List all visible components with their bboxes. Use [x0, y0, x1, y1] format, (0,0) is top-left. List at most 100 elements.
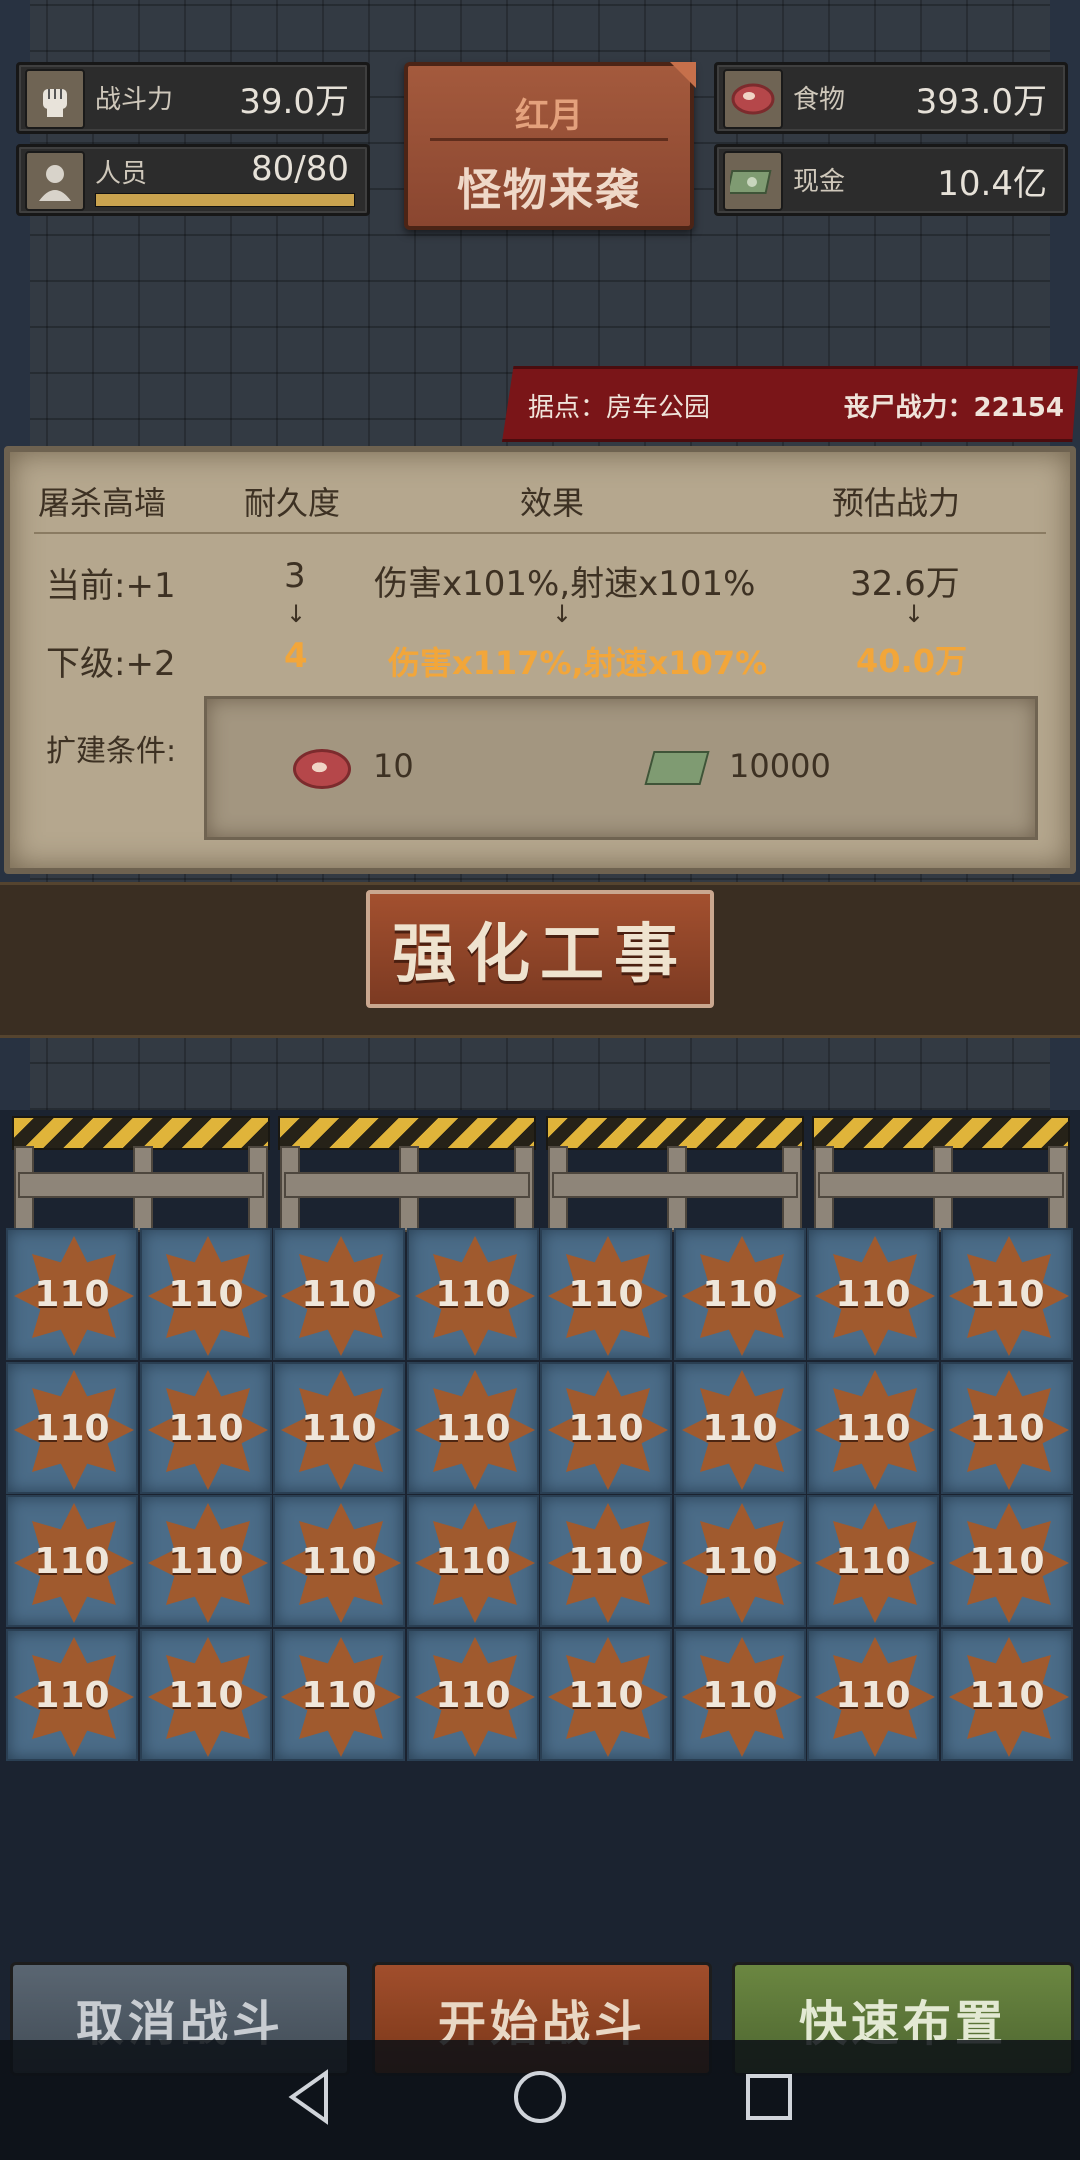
grid-cell[interactable]: 110 [6, 1362, 138, 1494]
barricade [812, 1116, 1070, 1232]
header-durability: 耐久度 [244, 484, 341, 522]
cell-value: 110 [835, 1541, 911, 1582]
cell-value: 110 [835, 1408, 911, 1449]
cell-value: 110 [34, 1675, 110, 1716]
cell-value: 110 [568, 1408, 644, 1449]
grid-cell[interactable]: 110 [6, 1495, 138, 1627]
fist-icon [25, 69, 85, 129]
hazard-stripe [546, 1116, 804, 1150]
meat-icon [293, 749, 351, 789]
grid-cell[interactable]: 110 [674, 1495, 806, 1627]
cell-value: 110 [835, 1274, 911, 1315]
current-level: 当前:+1 [46, 566, 176, 606]
cell-value: 110 [568, 1541, 644, 1582]
grid-cell[interactable]: 110 [941, 1495, 1073, 1627]
hazard-stripe [812, 1116, 1070, 1150]
grid-cell[interactable]: 110 [674, 1228, 806, 1360]
header-effect: 效果 [520, 484, 585, 522]
cell-value: 110 [301, 1274, 377, 1315]
durability-arrow: ↓ [286, 600, 307, 628]
barricade [546, 1116, 804, 1232]
food-value: 393.0万 [915, 82, 1047, 122]
cash-pill: 现金 10.4亿 [714, 144, 1068, 216]
combat-power-value: 39.0万 [239, 82, 349, 122]
cell-value: 110 [969, 1541, 1045, 1582]
grid-cell[interactable]: 110 [273, 1629, 405, 1761]
event-title: 怪物来袭 [457, 165, 641, 216]
event-divider [430, 138, 668, 141]
grid-cell[interactable]: 110 [140, 1495, 272, 1627]
grid-cell[interactable]: 110 [540, 1495, 672, 1627]
personnel-bar-fill [96, 194, 354, 206]
grid-cell[interactable]: 110 [6, 1629, 138, 1761]
effect-arrow: ↓ [552, 600, 573, 628]
grid-cell[interactable]: 110 [674, 1362, 806, 1494]
barricade-plank [818, 1172, 1064, 1198]
cell-value: 110 [835, 1675, 911, 1716]
grid-cell[interactable]: 110 [941, 1362, 1073, 1494]
event-corner [670, 62, 696, 88]
grid-cell[interactable]: 110 [273, 1362, 405, 1494]
combat-power-label: 战斗力 [95, 85, 174, 115]
next-effect: 伤害x117%,射速x107% [388, 644, 768, 682]
cell-value: 110 [702, 1274, 778, 1315]
power-arrow: ↓ [904, 600, 925, 628]
event-subtitle: 红月 [515, 96, 583, 136]
hazard-stripe [278, 1116, 536, 1150]
grid-cell[interactable]: 110 [407, 1228, 539, 1360]
event-sign[interactable]: 红月 怪物来袭 [404, 62, 696, 230]
upgrade-button[interactable]: 强化工事 [366, 890, 714, 1008]
grid-cell[interactable]: 110 [674, 1629, 806, 1761]
grid-cell[interactable]: 110 [540, 1228, 672, 1360]
cash-icon [644, 751, 710, 785]
cell-value: 110 [168, 1274, 244, 1315]
cell-value: 110 [435, 1675, 511, 1716]
personnel-bar [95, 193, 355, 207]
header-divider [34, 532, 1046, 534]
grid-cell[interactable]: 110 [140, 1362, 272, 1494]
cell-value: 110 [168, 1408, 244, 1449]
cell-value: 110 [568, 1675, 644, 1716]
barricade-plank [18, 1172, 264, 1198]
grid-cell[interactable]: 110 [407, 1362, 539, 1494]
deployment-grid: 110 110 110 110 110 110 110 110 110 110 110 110 110 1… [6, 1228, 1074, 1762]
grid-cell[interactable]: 110 [273, 1228, 405, 1360]
cell-value: 110 [301, 1675, 377, 1716]
cell-value: 110 [34, 1541, 110, 1582]
grid-cell[interactable]: 110 [540, 1362, 672, 1494]
grid-cell[interactable]: 110 [807, 1228, 939, 1360]
personnel-pill: 人员 80/80 [16, 144, 370, 216]
cell-value: 110 [969, 1675, 1045, 1716]
current-effect: 伤害x101%,射速x101% [374, 564, 756, 604]
stronghold-location: 据点：房车公园 [528, 393, 711, 423]
grid-cell[interactable]: 110 [140, 1228, 272, 1360]
grid-cell[interactable]: 110 [6, 1228, 138, 1360]
next-power: 40.0万 [856, 642, 967, 680]
cell-value: 110 [301, 1541, 377, 1582]
grid-cell[interactable]: 110 [941, 1629, 1073, 1761]
system-nav-bar [0, 2040, 1080, 2160]
barricade-plank [552, 1172, 798, 1198]
cash-icon [723, 151, 783, 211]
grid-cell[interactable]: 110 [407, 1629, 539, 1761]
cell-value: 110 [34, 1408, 110, 1449]
grid-cell[interactable]: 110 [941, 1228, 1073, 1360]
recents-icon[interactable] [734, 2062, 804, 2132]
grid-cell[interactable]: 110 [407, 1495, 539, 1627]
grid-cell[interactable]: 110 [273, 1495, 405, 1627]
cell-value: 110 [702, 1408, 778, 1449]
next-durability: 4 [284, 636, 308, 676]
back-icon[interactable] [274, 2062, 344, 2132]
barricade [12, 1116, 270, 1232]
home-icon[interactable] [505, 2062, 575, 2132]
grid-cell[interactable]: 110 [807, 1495, 939, 1627]
grid-cell[interactable]: 110 [807, 1629, 939, 1761]
food-cost: 10 [373, 747, 414, 785]
grid-cell[interactable]: 110 [540, 1629, 672, 1761]
cash-label: 现金 [793, 167, 846, 197]
current-durability: 3 [284, 556, 306, 596]
cell-value: 110 [969, 1274, 1045, 1315]
grid-cell[interactable]: 110 [807, 1362, 939, 1494]
header-wall: 屠杀高墙 [38, 484, 167, 522]
grid-cell[interactable]: 110 [140, 1629, 272, 1761]
